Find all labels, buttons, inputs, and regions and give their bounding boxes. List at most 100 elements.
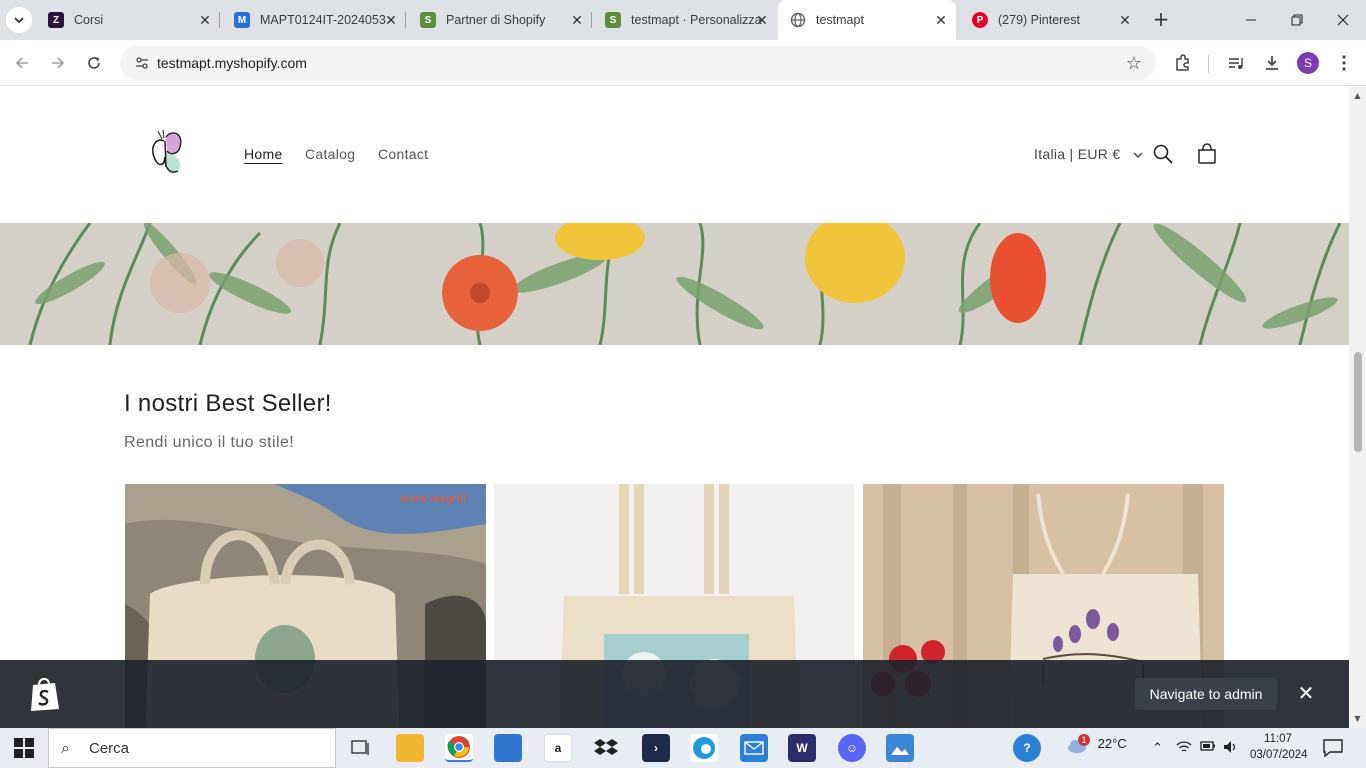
windows-start-icon[interactable]: [14, 738, 34, 758]
tab-separator: [591, 12, 592, 28]
nav-contact-link[interactable]: Contact: [378, 146, 428, 162]
tab-corsi[interactable]: Z Corsi ✕: [36, 0, 220, 40]
extensions-button[interactable]: [1171, 51, 1195, 75]
chrome-taskbar-icon[interactable]: [445, 734, 473, 762]
shopify-bag-icon[interactable]: [27, 675, 63, 713]
tab-pinterest[interactable]: P (279) Pinterest ✕: [960, 0, 1140, 40]
bestseller-title: I nostri Best Seller!: [124, 390, 332, 417]
url-text: testmapt.myshopify.com: [157, 55, 307, 71]
discord-icon[interactable]: ☺: [838, 734, 866, 762]
file-explorer-icon[interactable]: [396, 734, 424, 762]
chevron-down-icon: [14, 17, 24, 24]
mail-icon[interactable]: [740, 734, 768, 762]
restore-button[interactable]: [1274, 0, 1320, 40]
webex-icon[interactable]: W: [788, 734, 816, 762]
tab-partner-shopify[interactable]: S Partner di Shopify ✕: [408, 0, 592, 40]
close-tab-icon[interactable]: ✕: [755, 13, 769, 27]
edge-icon[interactable]: [690, 734, 718, 762]
new-tab-button[interactable]: +: [1150, 9, 1172, 31]
nav-home-link[interactable]: Home: [244, 146, 283, 162]
taskbar-search-placeholder: Cerca: [89, 740, 130, 757]
shopify-favicon-icon: S: [420, 12, 436, 28]
scroll-down-arrow-icon[interactable]: ▼: [1353, 714, 1362, 723]
tab-testmapt-personalizza[interactable]: S testmapt · Personalizza ✕: [593, 0, 777, 40]
tab-testmapt[interactable]: testmapt ✕: [778, 0, 956, 40]
chrome-menu-button[interactable]: [1332, 51, 1356, 75]
forward-button[interactable]: [46, 51, 70, 75]
bookmark-star-icon[interactable]: ☆: [1126, 53, 1142, 74]
shopify-favicon-icon: S: [605, 12, 621, 28]
back-button[interactable]: [10, 51, 34, 75]
minimize-button[interactable]: [1228, 0, 1274, 40]
site-info-icon[interactable]: [134, 55, 150, 71]
tab-separator: [405, 12, 406, 28]
more-vertical-icon: [1342, 55, 1346, 71]
scrollbar-thumb[interactable]: [1354, 352, 1362, 452]
puzzle-icon: [1176, 54, 1189, 71]
close-tab-icon[interactable]: ✕: [384, 13, 398, 27]
weather-temperature: 22°C: [1097, 736, 1127, 752]
scroll-up-arrow-icon[interactable]: ▲: [1353, 91, 1362, 100]
tab-separator: [219, 12, 220, 28]
corsi-favicon-icon: Z: [48, 12, 64, 28]
restore-icon: [1291, 14, 1303, 26]
chevron-down-icon: [1133, 152, 1143, 159]
close-window-button[interactable]: [1320, 0, 1366, 40]
help-icon[interactable]: ?: [1013, 734, 1041, 762]
navigate-to-admin-button[interactable]: Navigate to admin: [1135, 678, 1277, 710]
notifications-icon[interactable]: [1322, 737, 1344, 759]
nav-catalog-link[interactable]: Catalog: [305, 146, 355, 162]
product-watermark: www.wagrill: [400, 492, 466, 505]
search-icon: ⌕: [61, 740, 70, 757]
media-queue-icon: [1229, 58, 1243, 69]
arrow-right-icon: [52, 57, 65, 69]
bestseller-subtitle: Rendi unico il tuo stile!: [124, 434, 295, 451]
toolbar-divider: [1208, 55, 1209, 73]
show-hidden-icons-chevron-icon[interactable]: ⌃: [1152, 740, 1163, 756]
mapt-favicon-icon: M: [234, 12, 250, 28]
dropbox-icon[interactable]: [592, 734, 620, 762]
system-clock[interactable]: 11:07 03/07/2024: [1250, 731, 1308, 763]
powershell-icon[interactable]: ›: [642, 734, 670, 762]
battery-icon[interactable]: [1200, 740, 1216, 755]
tab-search-button[interactable]: [6, 7, 32, 33]
globe-icon: [790, 12, 806, 28]
page-scrollbar[interactable]: ▲ ▼: [1349, 87, 1366, 728]
downloads-button[interactable]: [1260, 51, 1284, 75]
tab-strip: Z Corsi ✕ M MAPT0124IT-2024053 ✕ S Partn…: [0, 0, 1366, 40]
locale-selector[interactable]: Italia | EUR €: [1034, 146, 1143, 162]
address-bar[interactable]: testmapt.myshopify.com ☆: [120, 46, 1156, 80]
cart-icon[interactable]: [1195, 142, 1219, 166]
profile-avatar[interactable]: S: [1297, 52, 1319, 74]
download-icon: [1266, 56, 1278, 70]
clock-date: 03/07/2024: [1250, 749, 1308, 761]
butterfly-logo-icon[interactable]: [140, 127, 192, 179]
search-icon[interactable]: [1151, 142, 1175, 166]
browser-toolbar: testmapt.myshopify.com ☆: [0, 40, 1366, 86]
weather-widget[interactable]: 1 22°C: [1066, 734, 1127, 754]
task-view-icon[interactable]: [346, 734, 374, 762]
hero-banner-image: [0, 223, 1349, 345]
microsoft-store-icon[interactable]: [494, 734, 522, 762]
taskbar-search-box[interactable]: ⌕ Cerca: [48, 728, 336, 768]
store-header: Home Catalog Contact Italia | EUR €: [0, 87, 1349, 222]
media-control-button[interactable]: [1224, 51, 1248, 75]
pinterest-favicon-icon: P: [972, 12, 988, 28]
photos-icon[interactable]: [886, 734, 914, 762]
close-tab-icon[interactable]: ✕: [934, 13, 948, 27]
close-tab-icon[interactable]: ✕: [1118, 13, 1132, 27]
close-tab-icon[interactable]: ✕: [198, 13, 212, 27]
close-admin-bar-icon[interactable]: ✕: [1296, 684, 1316, 704]
close-icon: [1337, 14, 1349, 26]
clock-time: 11:07: [1264, 733, 1292, 745]
shopify-admin-bar: Navigate to admin ✕: [0, 660, 1349, 728]
locale-label: Italia | EUR €: [1034, 146, 1121, 162]
amazon-icon[interactable]: a: [544, 734, 572, 762]
reload-button[interactable]: [82, 51, 106, 75]
store-page: Home Catalog Contact Italia | EUR € I no…: [0, 87, 1349, 728]
volume-icon[interactable]: [1223, 740, 1239, 757]
wifi-icon[interactable]: [1176, 740, 1192, 757]
arrow-left-icon: [15, 57, 28, 69]
close-tab-icon[interactable]: ✕: [570, 13, 584, 27]
tab-mapt[interactable]: M MAPT0124IT-2024053 ✕: [222, 0, 406, 40]
